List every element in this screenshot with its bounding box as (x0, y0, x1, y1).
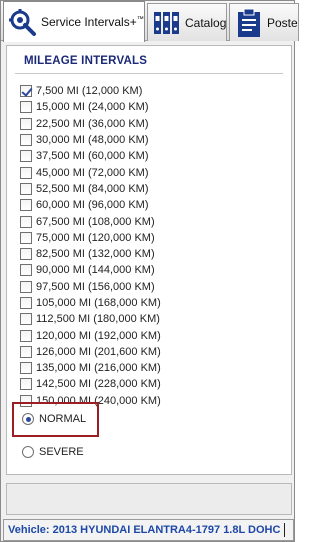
app-window: Service Intervals+™ Catalog Poster MILEA… (0, 0, 299, 542)
interval-checkbox[interactable] (20, 166, 32, 179)
mileage-interval-row[interactable]: 105,000 MI (168,000 KM) (20, 295, 285, 311)
clipboard-icon (238, 8, 260, 37)
interval-checkbox[interactable] (20, 215, 32, 228)
tab-service-intervals[interactable]: Service Intervals+™ (3, 1, 145, 42)
wrench-gear-icon (9, 9, 36, 36)
tab-poster-label: Poster (267, 15, 299, 30)
severe-radio-option[interactable]: SEVERE (22, 446, 84, 458)
normal-radio-label: NORMAL (39, 413, 87, 425)
interval-checkbox[interactable] (20, 182, 32, 195)
interval-label: 135,000 MI (216,000 KM) (36, 362, 161, 375)
action-bar (6, 483, 292, 515)
interval-label: 75,000 MI (120,000 KM) (36, 231, 155, 244)
tab-catalog-label: Catalog (185, 15, 227, 30)
interval-checkbox[interactable] (20, 313, 32, 326)
interval-label: 82,500 MI (132,000 KM) (36, 248, 155, 261)
interval-label: 112,500 MI (180,000 KM) (36, 313, 160, 326)
interval-label: 37,500 MI (60,000 KM) (36, 150, 149, 163)
interval-checkbox[interactable] (20, 345, 32, 358)
interval-checkbox[interactable] (20, 101, 32, 114)
mileage-interval-row[interactable]: 67,500 MI (108,000 KM) (20, 213, 285, 229)
mileage-interval-row[interactable]: 135,000 MI (216,000 KM) (20, 360, 285, 376)
mileage-interval-row[interactable]: 126,000 MI (201,600 KM) (20, 344, 285, 360)
interval-checkbox[interactable] (20, 362, 32, 375)
interval-label: 52,500 MI (84,000 KM) (36, 182, 149, 195)
tab-catalog[interactable]: Catalog (147, 3, 227, 41)
interval-checkbox[interactable] (20, 280, 32, 293)
interval-label: 15,000 MI (24,000 KM) (36, 101, 149, 114)
binders-icon (154, 11, 179, 34)
interval-checkbox[interactable] (20, 297, 32, 309)
interval-label: 45,000 MI (72,000 KM) (36, 166, 149, 179)
mileage-interval-row[interactable]: 22,500 MI (36,000 KM) (20, 116, 285, 132)
interval-label: 22,500 MI (36,000 KM) (36, 117, 149, 130)
mileage-interval-row[interactable]: 75,000 MI (120,000 KM) (20, 230, 285, 246)
interval-label: 126,000 MI (201,600 KM) (36, 345, 161, 358)
vehicle-status-bar: Vehicle: 2013 HYUNDAI ELANTRA4-1797 1.8L… (3, 519, 294, 541)
mileage-interval-row[interactable]: 7,500 MI (12,000 KM) (20, 83, 285, 99)
mileage-interval-list: 7,500 MI (12,000 KM) 15,000 MI (24,000 KM… (20, 83, 285, 409)
interval-label: 7,500 MI (12,000 KM) (36, 85, 143, 98)
interval-checkbox[interactable] (20, 378, 32, 391)
interval-checkbox[interactable] (20, 85, 32, 98)
mileage-interval-row[interactable]: 142,500 MI (228,000 KM) (20, 376, 285, 392)
interval-label: 120,000 MI (192,000 KM) (36, 329, 161, 342)
interval-checkbox[interactable] (20, 264, 32, 277)
interval-label: 30,000 MI (48,000 KM) (36, 134, 149, 147)
severe-radio[interactable] (22, 446, 34, 458)
interval-checkbox[interactable] (20, 134, 32, 147)
tab-strip: Service Intervals+™ Catalog Poster (1, 1, 299, 42)
mileage-interval-row[interactable]: 112,500 MI (180,000 KM) (20, 311, 285, 327)
tab-poster[interactable]: Poster (229, 3, 299, 41)
mileage-interval-row[interactable]: 15,000 MI (24,000 KM) (20, 99, 285, 115)
mileage-interval-row[interactable]: 90,000 MI (144,000 KM) (20, 262, 285, 278)
interval-label: 105,000 MI (168,000 KM) (36, 297, 161, 309)
interval-label: 142,500 MI (228,000 KM) (36, 378, 161, 391)
interval-checkbox[interactable] (20, 199, 32, 212)
mileage-interval-row[interactable]: 120,000 MI (192,000 KM) (20, 327, 285, 343)
interval-checkbox[interactable] (20, 248, 32, 261)
mileage-interval-row[interactable]: 52,500 MI (84,000 KM) (20, 181, 285, 197)
interval-checkbox[interactable] (20, 117, 32, 130)
text-caret (284, 523, 286, 537)
mileage-panel: MILEAGE INTERVALS 7,500 MI (12,000 KM) 15… (6, 45, 292, 475)
interval-label: 67,500 MI (108,000 KM) (36, 215, 155, 228)
mileage-interval-row[interactable]: 37,500 MI (60,000 KM) (20, 148, 285, 164)
interval-checkbox[interactable] (20, 150, 32, 163)
mileage-interval-row[interactable]: 82,500 MI (132,000 KM) (20, 246, 285, 262)
severe-radio-label: SEVERE (39, 446, 84, 458)
mileage-intervals-title: MILEAGE INTERVALS (24, 55, 148, 67)
vehicle-status-text: Vehicle: 2013 HYUNDAI ELANTRA4-1797 1.8L… (8, 524, 281, 536)
interval-label: 97,500 MI (156,000 KM) (36, 280, 155, 293)
mileage-interval-row[interactable]: 97,500 MI (156,000 KM) (20, 279, 285, 295)
interval-label: 90,000 MI (144,000 KM) (36, 264, 155, 277)
interval-checkbox[interactable] (20, 231, 32, 244)
normal-radio[interactable] (22, 413, 34, 425)
mileage-interval-row[interactable]: 45,000 MI (72,000 KM) (20, 164, 285, 180)
mileage-interval-row[interactable]: 60,000 MI (96,000 KM) (20, 197, 285, 213)
title-divider (15, 73, 283, 74)
interval-checkbox[interactable] (20, 329, 32, 342)
interval-label: 60,000 MI (96,000 KM) (36, 199, 149, 212)
normal-radio-option[interactable]: NORMAL (22, 413, 86, 425)
tab-service-intervals-label: Service Intervals+™ (41, 15, 144, 29)
mileage-interval-row[interactable]: 30,000 MI (48,000 KM) (20, 132, 285, 148)
